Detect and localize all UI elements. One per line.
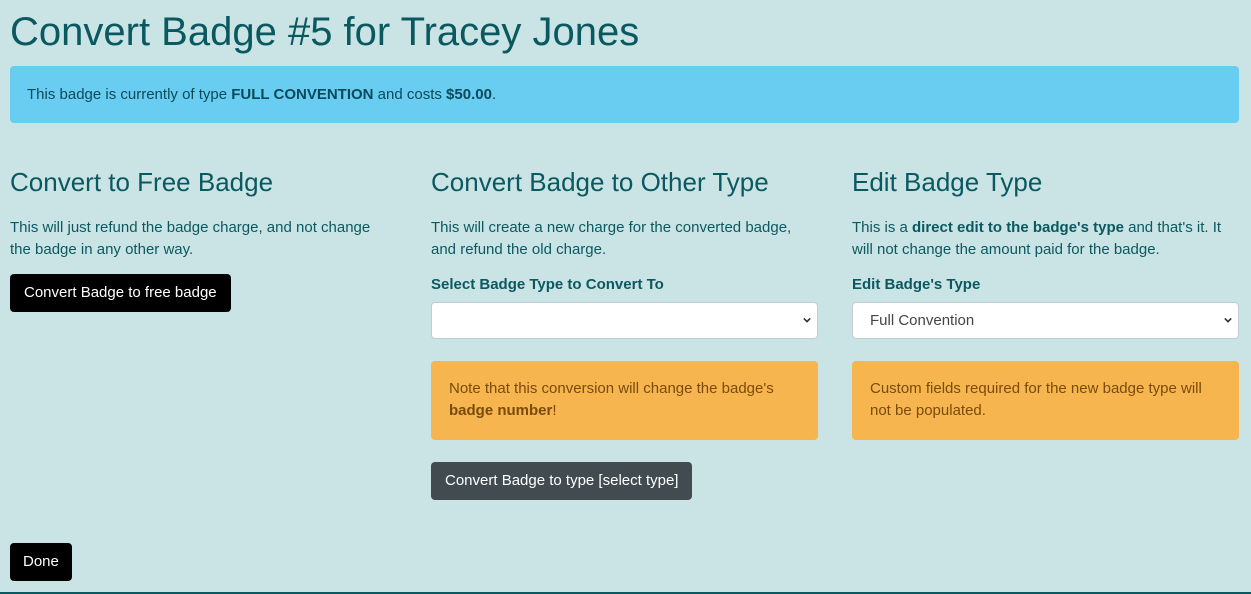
free-badge-section: Convert to Free Badge This will just ref… (10, 166, 395, 261)
badge-number-warning: Note that this conversion will change th… (431, 361, 818, 440)
convert-type-button[interactable]: Convert Badge to type [select type] (431, 462, 693, 500)
info-badge-cost: $50.00 (446, 86, 492, 103)
edit-type-select[interactable]: Full Convention (852, 302, 1239, 339)
edit-desc-bold: direct edit to the badge's type (912, 219, 1124, 236)
warning-bold: badge number (449, 402, 553, 419)
other-type-heading: Convert Badge to Other Type (431, 167, 769, 197)
custom-fields-warning: Custom fields required for the new badge… (852, 361, 1239, 440)
info-suffix: . (491, 86, 497, 103)
convert-free-button[interactable]: Convert Badge to free badge (10, 274, 231, 312)
warning-suffix: ! (552, 402, 557, 419)
info-alert: This badge is currently of type FULL CON… (10, 66, 1239, 123)
convert-type-select[interactable] (431, 302, 818, 339)
edit-desc-prefix: This is a (852, 219, 913, 236)
convert-type-label: Select Badge Type to Convert To (431, 276, 664, 293)
warning-prefix: Note that this conversion will change th… (449, 380, 774, 397)
other-type-description: This will create a new charge for the co… (431, 219, 792, 258)
edit-type-label: Edit Badge's Type (852, 276, 981, 293)
free-badge-heading: Convert to Free Badge (10, 167, 274, 197)
done-button[interactable]: Done (10, 543, 72, 581)
chevron-down-icon (803, 317, 811, 323)
edit-type-section: Edit Badge Type This is a direct edit to… (852, 166, 1239, 261)
edit-type-select-value: Full Convention (870, 312, 975, 329)
chevron-down-icon (1224, 317, 1232, 323)
info-middle: and costs (373, 86, 447, 103)
info-badge-type: FULL CONVENTION (231, 86, 374, 103)
info-prefix: This badge is currently of type (27, 86, 232, 103)
other-type-section: Convert Badge to Other Type This will cr… (431, 166, 818, 261)
free-badge-description: This will just refund the badge charge, … (10, 219, 371, 258)
page-title: Convert Badge #5 for Tracey Jones (10, 10, 640, 54)
edit-type-heading: Edit Badge Type (852, 167, 1043, 197)
edit-type-description: This is a direct edit to the badge's typ… (852, 217, 1239, 261)
